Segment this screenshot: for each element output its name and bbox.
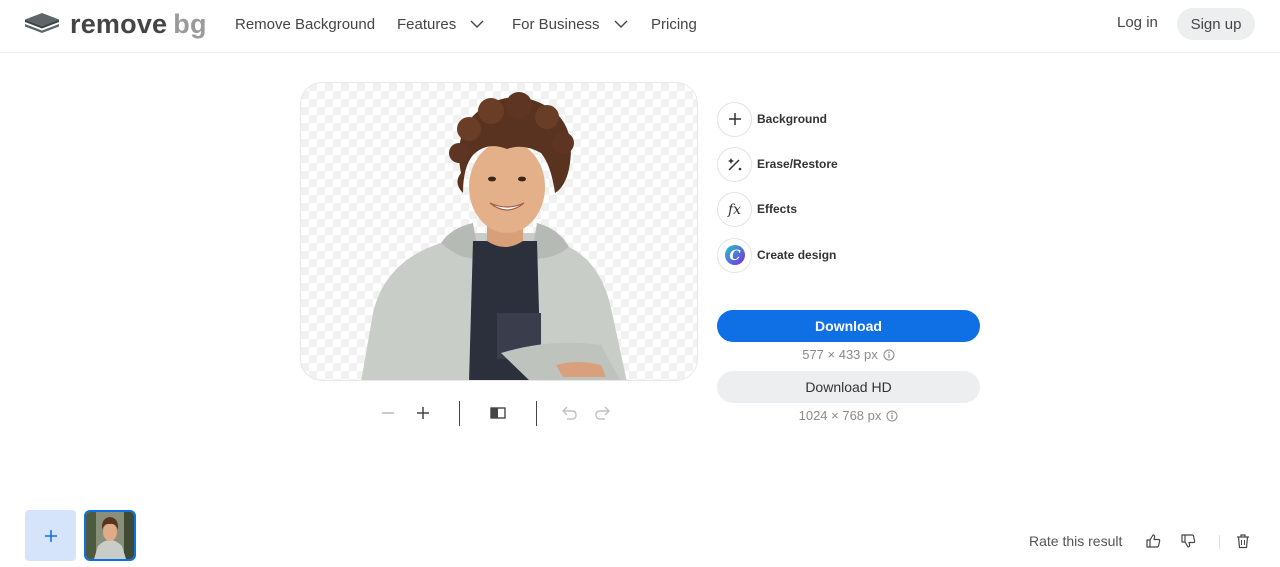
chevron-down-icon bbox=[470, 20, 484, 28]
tool-background[interactable]: Background bbox=[717, 101, 827, 137]
logo-part-bg: bg bbox=[173, 9, 207, 39]
chevron-down-icon bbox=[614, 20, 628, 28]
rating-divider bbox=[1219, 535, 1220, 549]
thumbnail-image bbox=[86, 512, 134, 559]
toolbar-divider bbox=[536, 401, 537, 426]
tool-create-design-label: Create design bbox=[757, 248, 837, 262]
tool-erase-restore-label: Erase/Restore bbox=[757, 157, 838, 171]
signup-button[interactable]: Sign up bbox=[1177, 8, 1255, 40]
trash-icon[interactable] bbox=[1233, 531, 1253, 551]
login-link[interactable]: Log in bbox=[1117, 14, 1158, 31]
nav-pricing[interactable]: Pricing bbox=[651, 14, 697, 34]
nav-for-business-label: For Business bbox=[512, 15, 600, 33]
rate-result-label: Rate this result bbox=[1029, 533, 1123, 549]
info-icon[interactable] bbox=[883, 349, 895, 361]
logo-wordmark: remove bg bbox=[70, 9, 207, 39]
svg-text:fx: fx bbox=[727, 202, 741, 218]
compare-icon[interactable] bbox=[488, 403, 508, 423]
plus-icon bbox=[44, 529, 57, 542]
svg-text:C: C bbox=[729, 248, 740, 264]
tool-erase-restore[interactable]: Erase/Restore bbox=[717, 146, 838, 182]
redo-icon[interactable] bbox=[593, 403, 613, 423]
download-hd-dimensions-text: 1024 × 768 px bbox=[798, 408, 882, 423]
nav-features-label: Features bbox=[397, 15, 457, 33]
download-dimensions-text: 577 × 433 px bbox=[802, 347, 878, 362]
nav-for-business[interactable]: For Business bbox=[512, 14, 628, 34]
download-button[interactable]: Download bbox=[717, 310, 980, 342]
image-toolbar bbox=[372, 398, 622, 428]
top-header: remove bg Remove Background Features For … bbox=[0, 0, 1280, 53]
result-image-card[interactable] bbox=[300, 82, 698, 381]
zoom-out-icon[interactable] bbox=[378, 403, 398, 423]
tool-background-label: Background bbox=[757, 112, 828, 126]
tool-effects-label: Effects bbox=[757, 202, 798, 216]
nav-pricing-label: Pricing bbox=[651, 15, 697, 33]
download-hd-button[interactable]: Download HD bbox=[717, 371, 980, 403]
image-thumbnail[interactable] bbox=[84, 510, 136, 561]
thumbs-up-icon[interactable] bbox=[1143, 531, 1163, 551]
magic-brush-icon bbox=[717, 146, 752, 182]
upload-image-button[interactable] bbox=[25, 510, 76, 561]
nav-remove-background-label: Remove Background bbox=[235, 15, 376, 33]
thumbs-down-icon[interactable] bbox=[1178, 531, 1198, 551]
download-hd-dimensions: 1024 × 768 px bbox=[717, 408, 980, 423]
nav-remove-background[interactable]: Remove Background bbox=[235, 14, 375, 34]
toolbar-divider bbox=[459, 401, 460, 426]
undo-icon[interactable] bbox=[559, 403, 579, 423]
cutout-person-image bbox=[361, 92, 627, 380]
fx-icon: fx bbox=[717, 191, 752, 227]
layers-logo-icon bbox=[25, 13, 59, 33]
tool-create-design[interactable]: C Create design bbox=[717, 237, 836, 273]
download-dimensions: 577 × 433 px bbox=[717, 347, 980, 362]
nav-features[interactable]: Features bbox=[397, 14, 484, 34]
zoom-in-icon[interactable] bbox=[413, 403, 433, 423]
info-icon[interactable] bbox=[886, 410, 898, 422]
canva-logo-icon: C bbox=[717, 237, 752, 273]
plus-icon bbox=[717, 101, 752, 137]
logo-part-remove: remove bbox=[70, 9, 168, 39]
tool-effects[interactable]: fx Effects bbox=[717, 191, 797, 227]
removebg-logo[interactable]: remove bg bbox=[24, 9, 207, 39]
